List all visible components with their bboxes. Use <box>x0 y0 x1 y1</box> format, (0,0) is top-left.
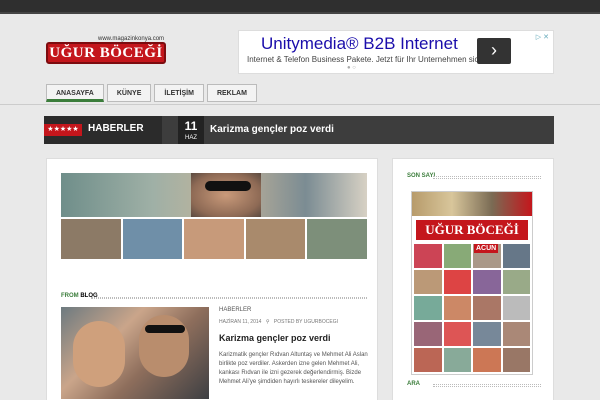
ticker-day: 11 <box>184 119 198 133</box>
main-content: FROM BLOG HABERLER HAZİRAN 11, 2014 ⚲ PO… <box>46 158 378 400</box>
nav-item-anasayfa[interactable]: ANASAYFA <box>46 84 104 102</box>
ad-arrow-button[interactable]: › <box>477 38 511 64</box>
post-thumbnail[interactable] <box>61 307 209 399</box>
magazine-cover-image[interactable]: UĞUR BÖCEĞİ ACUN <box>411 191 533 375</box>
sidebar-search-heading: ARA <box>407 381 541 387</box>
cover-logo: UĞUR BÖCEĞİ <box>416 220 528 240</box>
post-author[interactable]: POSTED BY UGURBOCEGI <box>274 319 338 325</box>
user-icon: ⚲ <box>265 319 270 325</box>
collage-thumbnail-row <box>61 219 367 259</box>
news-ticker: ★★★★★ HABERLER 11 HAZ Karizma gençler po… <box>44 116 554 144</box>
site-logo[interactable]: www.magazinkonya.com UĞUR BÖCEĞİ <box>46 36 166 66</box>
ticker-month: HAZ <box>185 135 197 141</box>
ad-carousel-dots: ● ○ <box>347 65 356 71</box>
sidebar: SON SAYI UĞUR BÖCEĞİ ACUN ARA <box>392 158 554 400</box>
ticker-label-box: ★★★★★ HABERLER <box>44 116 162 144</box>
ad-banner[interactable]: Unitymedia® B2B Internet Internet & Tele… <box>238 30 554 74</box>
sidebar-issue-heading: SON SAYI <box>407 173 541 179</box>
nav-divider <box>0 104 600 105</box>
collage-top-photo <box>61 173 367 217</box>
main-nav: ANASAYFA KÜNYE İLETİŞİM REKLAM <box>46 84 260 104</box>
ticker-date: 11 HAZ <box>178 116 204 144</box>
featured-collage-image[interactable] <box>61 173 367 261</box>
post-date: HAZİRAN 11, 2014 <box>219 319 262 325</box>
ticker-headline[interactable]: Karizma gençler poz verdi <box>210 124 334 135</box>
nav-item-iletisim[interactable]: İLETİŞİM <box>154 84 204 102</box>
ad-title[interactable]: Unitymedia® B2B Internet <box>261 34 458 54</box>
logo-name: UĞUR BÖCEĞİ <box>46 42 166 64</box>
top-bar <box>0 0 600 14</box>
ticker-label: HABERLER <box>88 123 144 134</box>
post-title[interactable]: Karizma gençler poz verdi <box>219 333 331 343</box>
from-blog-heading: FROM BLOG <box>61 293 367 303</box>
post-excerpt: Karizmatik gençler Rıdvan Altuntaş ve Me… <box>219 352 368 385</box>
ad-subtitle: Internet & Telefon Business Pakete. Jetz… <box>247 55 497 64</box>
post-meta: HAZİRAN 11, 2014 ⚲ POSTED BY UGURBOCEGI <box>219 319 338 325</box>
nav-item-kunye[interactable]: KÜNYE <box>106 84 152 102</box>
cover-badge: ACUN <box>474 244 499 253</box>
ad-info-icon[interactable]: ▷ ✕ <box>536 33 549 41</box>
star-icons: ★★★★★ <box>44 124 82 136</box>
post-category[interactable]: HABERLER <box>219 307 251 313</box>
nav-item-reklam[interactable]: REKLAM <box>206 84 257 102</box>
